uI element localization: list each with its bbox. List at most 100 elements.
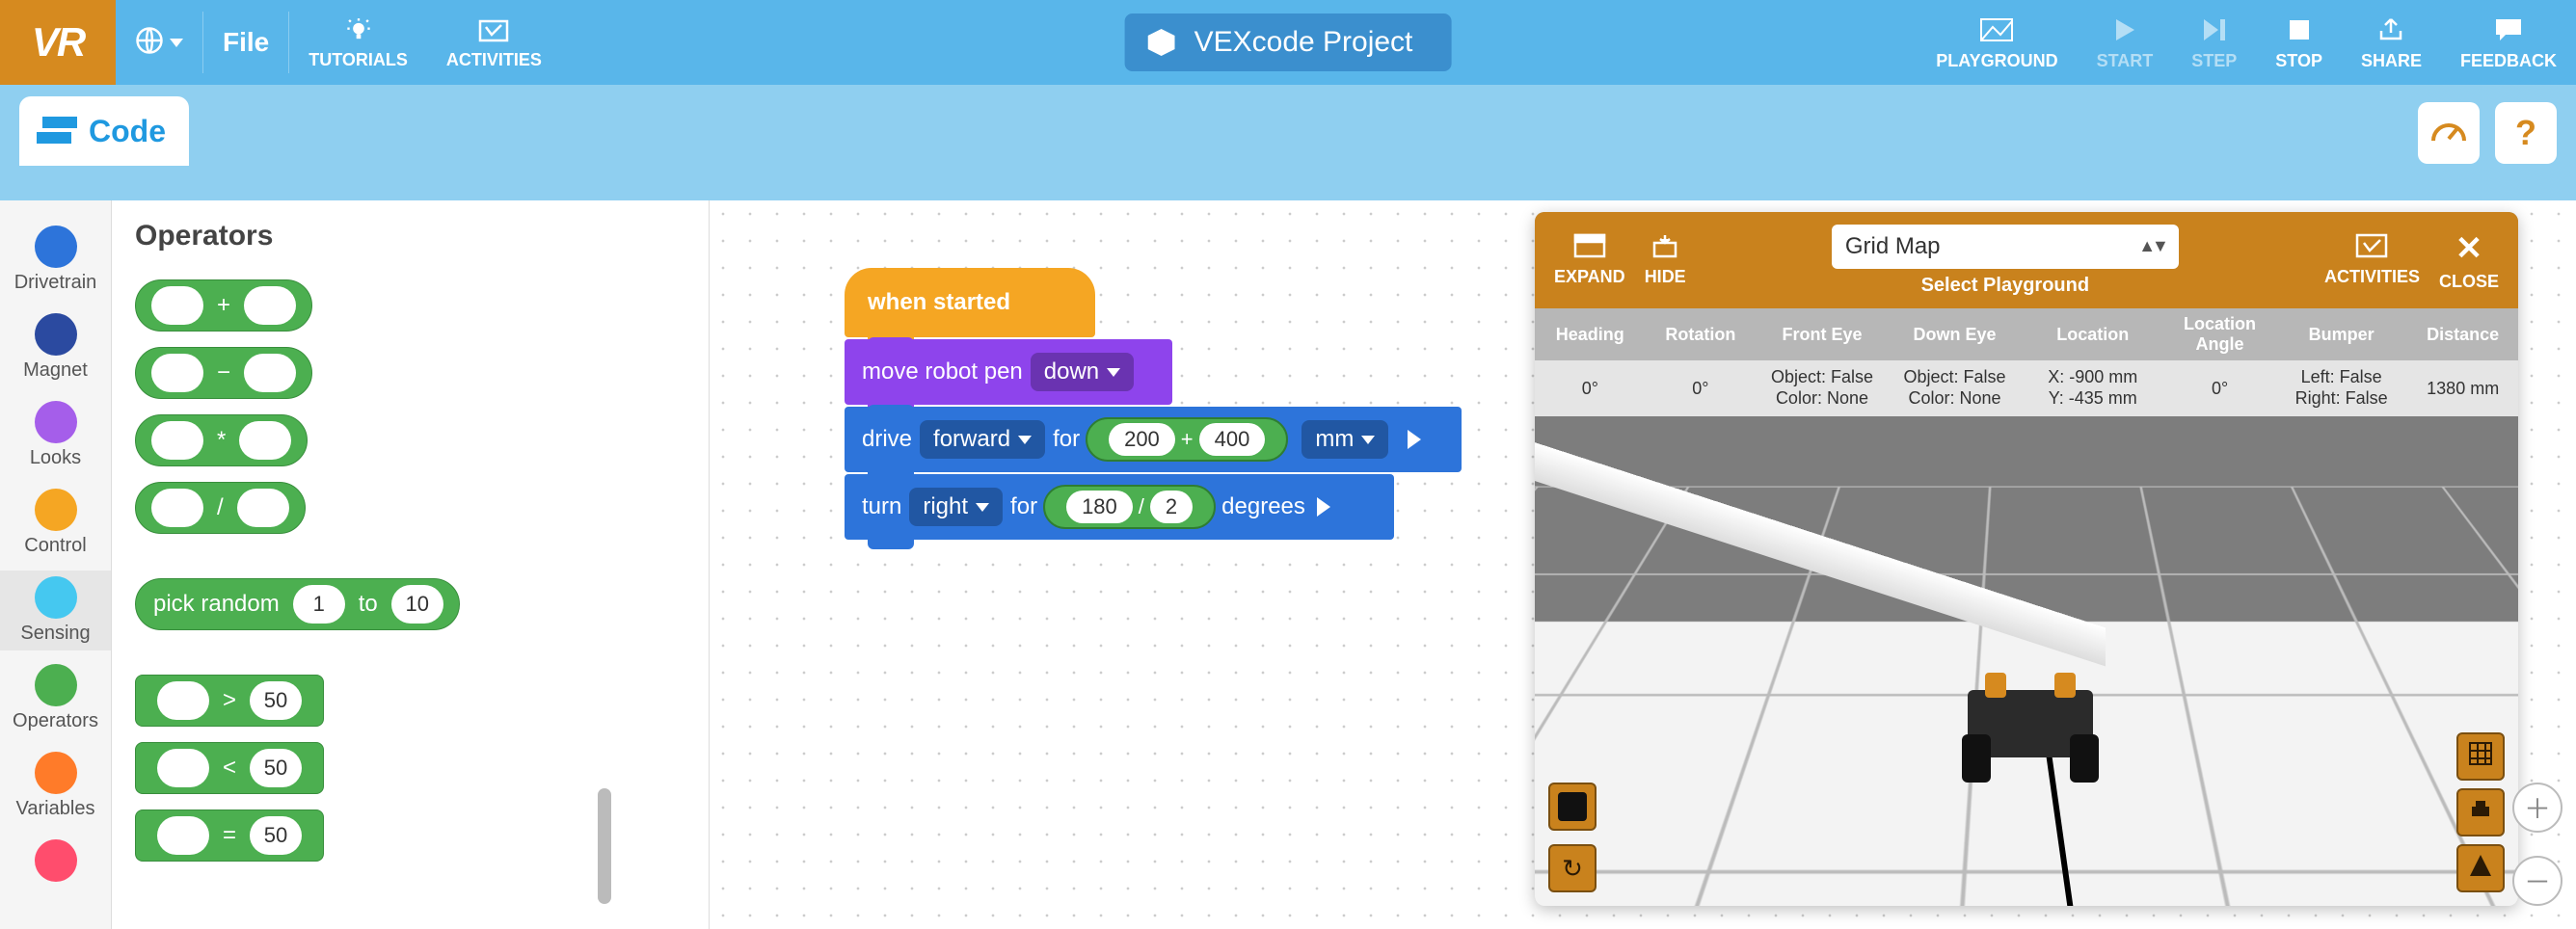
dashboard-header: HeadingRotation Front EyeDown Eye Locati… bbox=[1535, 308, 2518, 360]
stop-label: STOP bbox=[2275, 51, 2322, 71]
cat-control[interactable]: Control bbox=[0, 483, 111, 563]
step-button[interactable]: STEP bbox=[2172, 0, 2256, 85]
op-add-block[interactable]: + bbox=[135, 279, 312, 332]
dashboard-toggle-button[interactable] bbox=[2418, 102, 2480, 164]
op-mul-block[interactable]: * bbox=[135, 414, 308, 466]
second-toolbar: Code ? bbox=[0, 85, 2576, 200]
pg-activities-button[interactable]: ACTIVITIES bbox=[2324, 233, 2420, 287]
playground-select-value: Grid Map bbox=[1845, 233, 1941, 260]
op-random-block[interactable]: pick random1to10 bbox=[135, 578, 460, 630]
grid-icon bbox=[2468, 741, 2493, 773]
zoom-in-icon: ＋ bbox=[2524, 788, 2551, 827]
start-button[interactable]: START bbox=[2078, 0, 2173, 85]
playground-3d-view[interactable]: ↻ bbox=[1535, 416, 2518, 906]
value-400[interactable]: 400 bbox=[1199, 423, 1266, 456]
playground-panel: EXPAND HIDE Grid Map ▲▼ Select Playgroun… bbox=[1535, 212, 2518, 906]
value-2[interactable]: 2 bbox=[1150, 491, 1193, 523]
cat-variables[interactable]: Variables bbox=[0, 746, 111, 826]
playground-select-wrap: Grid Map ▲▼ Select Playground bbox=[1705, 225, 2305, 297]
close-button[interactable]: ✕ CLOSE bbox=[2439, 229, 2499, 292]
pen-direction-dropdown[interactable]: down bbox=[1031, 353, 1134, 391]
robot-view-icon bbox=[2468, 797, 2493, 829]
camera-top-button[interactable] bbox=[2456, 732, 2505, 781]
reset-button[interactable]: ↻ bbox=[1548, 844, 1597, 892]
category-strip: Drivetrain Magnet Looks Control Sensing … bbox=[0, 200, 112, 929]
front-eye-value: Object: FalseColor: None bbox=[1756, 367, 1889, 409]
hide-icon bbox=[1650, 233, 1679, 263]
op-sub-block[interactable]: − bbox=[135, 347, 312, 399]
move-pen-block[interactable]: move robot pen down bbox=[845, 339, 1172, 405]
tab-code[interactable]: Code bbox=[19, 96, 189, 166]
share-button[interactable]: SHARE bbox=[2342, 0, 2441, 85]
cat-magnet[interactable]: Magnet bbox=[0, 307, 111, 387]
chat-icon bbox=[2494, 14, 2523, 45]
value-180[interactable]: 180 bbox=[1066, 491, 1133, 523]
unit-dropdown[interactable]: mm bbox=[1301, 420, 1388, 459]
cat-myblocks[interactable] bbox=[0, 834, 111, 891]
op-div-block[interactable]: / bbox=[135, 482, 306, 534]
language-button[interactable] bbox=[116, 0, 202, 85]
camera-first-person-button[interactable] bbox=[2456, 844, 2505, 892]
file-menu[interactable]: File bbox=[203, 0, 288, 85]
robot bbox=[1968, 690, 2093, 777]
fp-icon bbox=[2468, 853, 2493, 885]
top-toolbar: VR File TUTORIALS ACTIVITIES VEXcode Pro… bbox=[0, 0, 2576, 85]
down-eye-value: Object: FalseColor: None bbox=[1889, 367, 2022, 409]
cat-drivetrain[interactable]: Drivetrain bbox=[0, 220, 111, 300]
rotation-value: 0° bbox=[1646, 379, 1757, 399]
playground-header: EXPAND HIDE Grid Map ▲▼ Select Playgroun… bbox=[1535, 212, 2518, 308]
script-stack[interactable]: when started move robot pen down drive f… bbox=[845, 268, 1462, 540]
help-button[interactable]: ? bbox=[2495, 102, 2557, 164]
op-eq-block[interactable]: =50 bbox=[135, 810, 324, 862]
lightbulb-icon bbox=[345, 15, 372, 46]
div-expression[interactable]: 180 / 2 bbox=[1043, 485, 1216, 529]
expand-arrow-icon[interactable] bbox=[1317, 497, 1330, 517]
project-name-field[interactable]: VEXcode Project bbox=[1125, 13, 1452, 71]
drive-block[interactable]: drive forward for 200 + 400 mm bbox=[845, 407, 1462, 472]
start-label: START bbox=[2097, 51, 2154, 71]
location-value: X: -900 mmY: -435 mm bbox=[2021, 367, 2164, 409]
heading-value: 0° bbox=[1535, 379, 1646, 399]
toolbar-right: PLAYGROUND START STEP STOP SHARE FEEDBAC… bbox=[1917, 0, 2576, 85]
distance-value: 1380 mm bbox=[2407, 379, 2518, 399]
playground-select[interactable]: Grid Map ▲▼ bbox=[1832, 225, 2179, 269]
tutorials-button[interactable]: TUTORIALS bbox=[289, 0, 427, 85]
block-palette: Operators + − * / pick random1to10 >50 <… bbox=[112, 200, 710, 929]
script-canvas[interactable]: when started move robot pen down drive f… bbox=[710, 200, 2576, 929]
step-label: STEP bbox=[2191, 51, 2237, 71]
feedback-button[interactable]: FEEDBACK bbox=[2441, 0, 2576, 85]
activities-button[interactable]: ACTIVITIES bbox=[427, 0, 561, 85]
cat-operators[interactable]: Operators bbox=[0, 658, 111, 738]
zoom-in-button[interactable]: ＋ bbox=[2512, 783, 2563, 833]
playground-icon bbox=[1979, 14, 2014, 45]
playground-label: PLAYGROUND bbox=[1936, 51, 2057, 71]
tutorials-label: TUTORIALS bbox=[309, 50, 408, 70]
hide-button[interactable]: HIDE bbox=[1645, 233, 1686, 287]
globe-icon bbox=[135, 25, 164, 56]
share-label: SHARE bbox=[2361, 51, 2422, 71]
when-started-block[interactable]: when started bbox=[845, 268, 1095, 337]
turn-block[interactable]: turn right for 180 / 2 degrees bbox=[845, 474, 1394, 540]
value-200[interactable]: 200 bbox=[1109, 423, 1175, 456]
chevron-down-icon bbox=[1018, 436, 1032, 444]
main-area: Drivetrain Magnet Looks Control Sensing … bbox=[0, 200, 2576, 929]
drive-direction-dropdown[interactable]: forward bbox=[920, 420, 1045, 459]
cat-looks[interactable]: Looks bbox=[0, 395, 111, 475]
palette-scrollbar[interactable] bbox=[598, 788, 611, 904]
op-lt-block[interactable]: <50 bbox=[135, 742, 324, 794]
camera-chase-button[interactable] bbox=[2456, 788, 2505, 836]
expand-icon bbox=[1573, 233, 1606, 263]
playground-button[interactable]: PLAYGROUND bbox=[1917, 0, 2077, 85]
expand-button[interactable]: EXPAND bbox=[1554, 233, 1625, 287]
hexagon-icon bbox=[1148, 29, 1175, 56]
stop-button[interactable]: STOP bbox=[2256, 0, 2342, 85]
cat-sensing[interactable]: Sensing bbox=[0, 571, 111, 650]
turn-direction-dropdown[interactable]: right bbox=[909, 488, 1003, 526]
project-name-text: VEXcode Project bbox=[1194, 26, 1413, 59]
pen-color-button[interactable] bbox=[1548, 783, 1597, 831]
zoom-out-button[interactable]: － bbox=[2512, 856, 2563, 906]
add-expression[interactable]: 200 + 400 bbox=[1086, 417, 1288, 462]
op-gt-block[interactable]: >50 bbox=[135, 675, 324, 727]
feedback-label: FEEDBACK bbox=[2460, 51, 2557, 71]
expand-arrow-icon[interactable] bbox=[1408, 430, 1421, 449]
